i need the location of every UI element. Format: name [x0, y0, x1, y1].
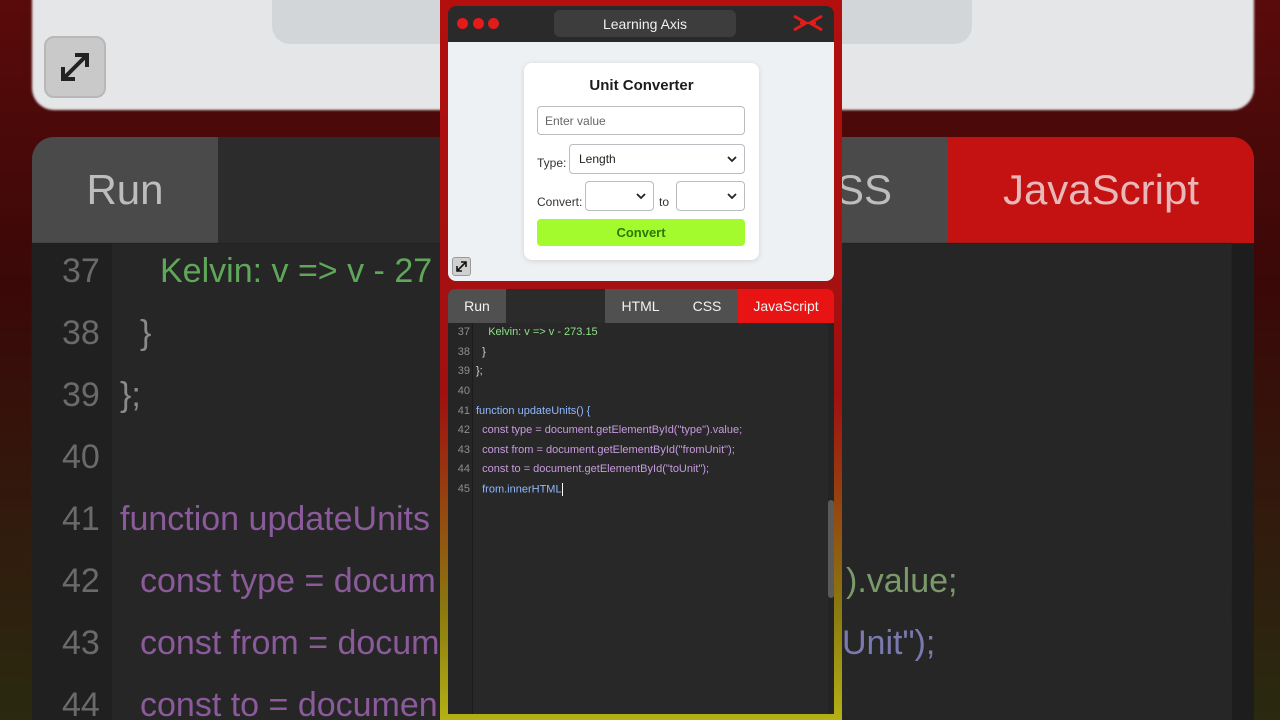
- code-line: const type = document.getElementById("ty…: [476, 424, 743, 436]
- bg-line-number: 39: [62, 376, 100, 414]
- bg-code-line: const type = docum: [140, 562, 436, 600]
- convert-button[interactable]: Convert: [537, 219, 745, 246]
- window-title: Learning Axis: [554, 10, 736, 37]
- line-number: 44: [457, 463, 470, 475]
- tab-javascript[interactable]: JavaScript: [738, 289, 834, 323]
- bg-code-line: Kelvin: v => v - 27: [160, 252, 433, 290]
- line-number: 41: [457, 405, 470, 417]
- type-select[interactable]: Length: [569, 144, 745, 174]
- code-line: }: [476, 346, 486, 358]
- bg-run-tab: Run: [32, 137, 218, 243]
- line-gutter: [448, 323, 473, 714]
- bg-javascript-tab: JavaScript: [948, 137, 1254, 243]
- bg-code-line: const to = documen: [140, 686, 438, 720]
- line-number: 43: [457, 444, 470, 456]
- converter-heading: Unit Converter: [589, 77, 694, 94]
- code-line-active: from.innerHTML: [476, 483, 563, 496]
- tab-css[interactable]: CSS: [676, 289, 738, 323]
- bg-code-line: };: [120, 376, 141, 414]
- bg-code-fragment: ).value;: [846, 562, 958, 600]
- bg-expand-icon: [44, 36, 106, 98]
- text-cursor: [561, 483, 563, 496]
- expand-preview-button[interactable]: [452, 257, 471, 276]
- editor-tab-bar: Run HTML CSS JavaScript: [448, 289, 834, 323]
- line-number: 45: [457, 483, 470, 495]
- line-number: 40: [457, 385, 470, 397]
- code-line: function updateUnits() {: [476, 405, 591, 417]
- line-number: 39: [457, 365, 470, 377]
- value-input[interactable]: [537, 106, 745, 135]
- type-label: Type:: [537, 156, 567, 170]
- line-number: 37: [457, 326, 470, 338]
- bg-line-number: 37: [62, 252, 100, 290]
- bg-line-number: 44: [62, 686, 100, 720]
- code-line: const to = document.getElementById("toUn…: [476, 463, 710, 475]
- bg-code-line: }: [140, 314, 152, 352]
- chevron-down-icon: [727, 156, 737, 163]
- line-number: 38: [457, 346, 470, 358]
- bg-line-number: 42: [62, 562, 100, 600]
- convert-label: Convert:: [537, 195, 583, 209]
- line-number: 42: [457, 424, 470, 436]
- type-select-value: Length: [579, 152, 616, 166]
- bg-line-number: 43: [62, 624, 100, 662]
- traffic-dot-icon[interactable]: [488, 18, 499, 29]
- code-editor[interactable]: [448, 323, 834, 714]
- from-unit-select[interactable]: [585, 181, 654, 211]
- chevron-down-icon: [727, 193, 737, 200]
- code-line: };: [476, 365, 483, 377]
- bg-code-line: function updateUnits: [120, 500, 430, 538]
- code-line-text: from.innerHTML: [476, 483, 562, 496]
- bg-code-fragment: Unit");: [842, 624, 936, 662]
- traffic-dot-icon[interactable]: [457, 18, 468, 29]
- bg-line-number: 41: [62, 500, 100, 538]
- to-label: to: [659, 195, 670, 209]
- expand-icon: [456, 261, 467, 272]
- editor-scrollbar-thumb[interactable]: [828, 500, 834, 598]
- code-line: const from = document.getElementById("fr…: [476, 444, 735, 456]
- brand-logo-icon: [793, 14, 823, 32]
- code-line: Kelvin: v => v - 273.15: [476, 326, 598, 338]
- chevron-down-icon: [636, 193, 646, 200]
- bg-scroll-strip: [1232, 243, 1254, 720]
- tab-html[interactable]: HTML: [605, 289, 676, 323]
- bg-line-number: 40: [62, 438, 100, 476]
- bg-code-line: const from = docum: [140, 624, 440, 662]
- traffic-dot-icon[interactable]: [473, 18, 484, 29]
- to-unit-select[interactable]: [676, 181, 745, 211]
- bg-line-number: 38: [62, 314, 100, 352]
- run-button[interactable]: Run: [448, 289, 506, 323]
